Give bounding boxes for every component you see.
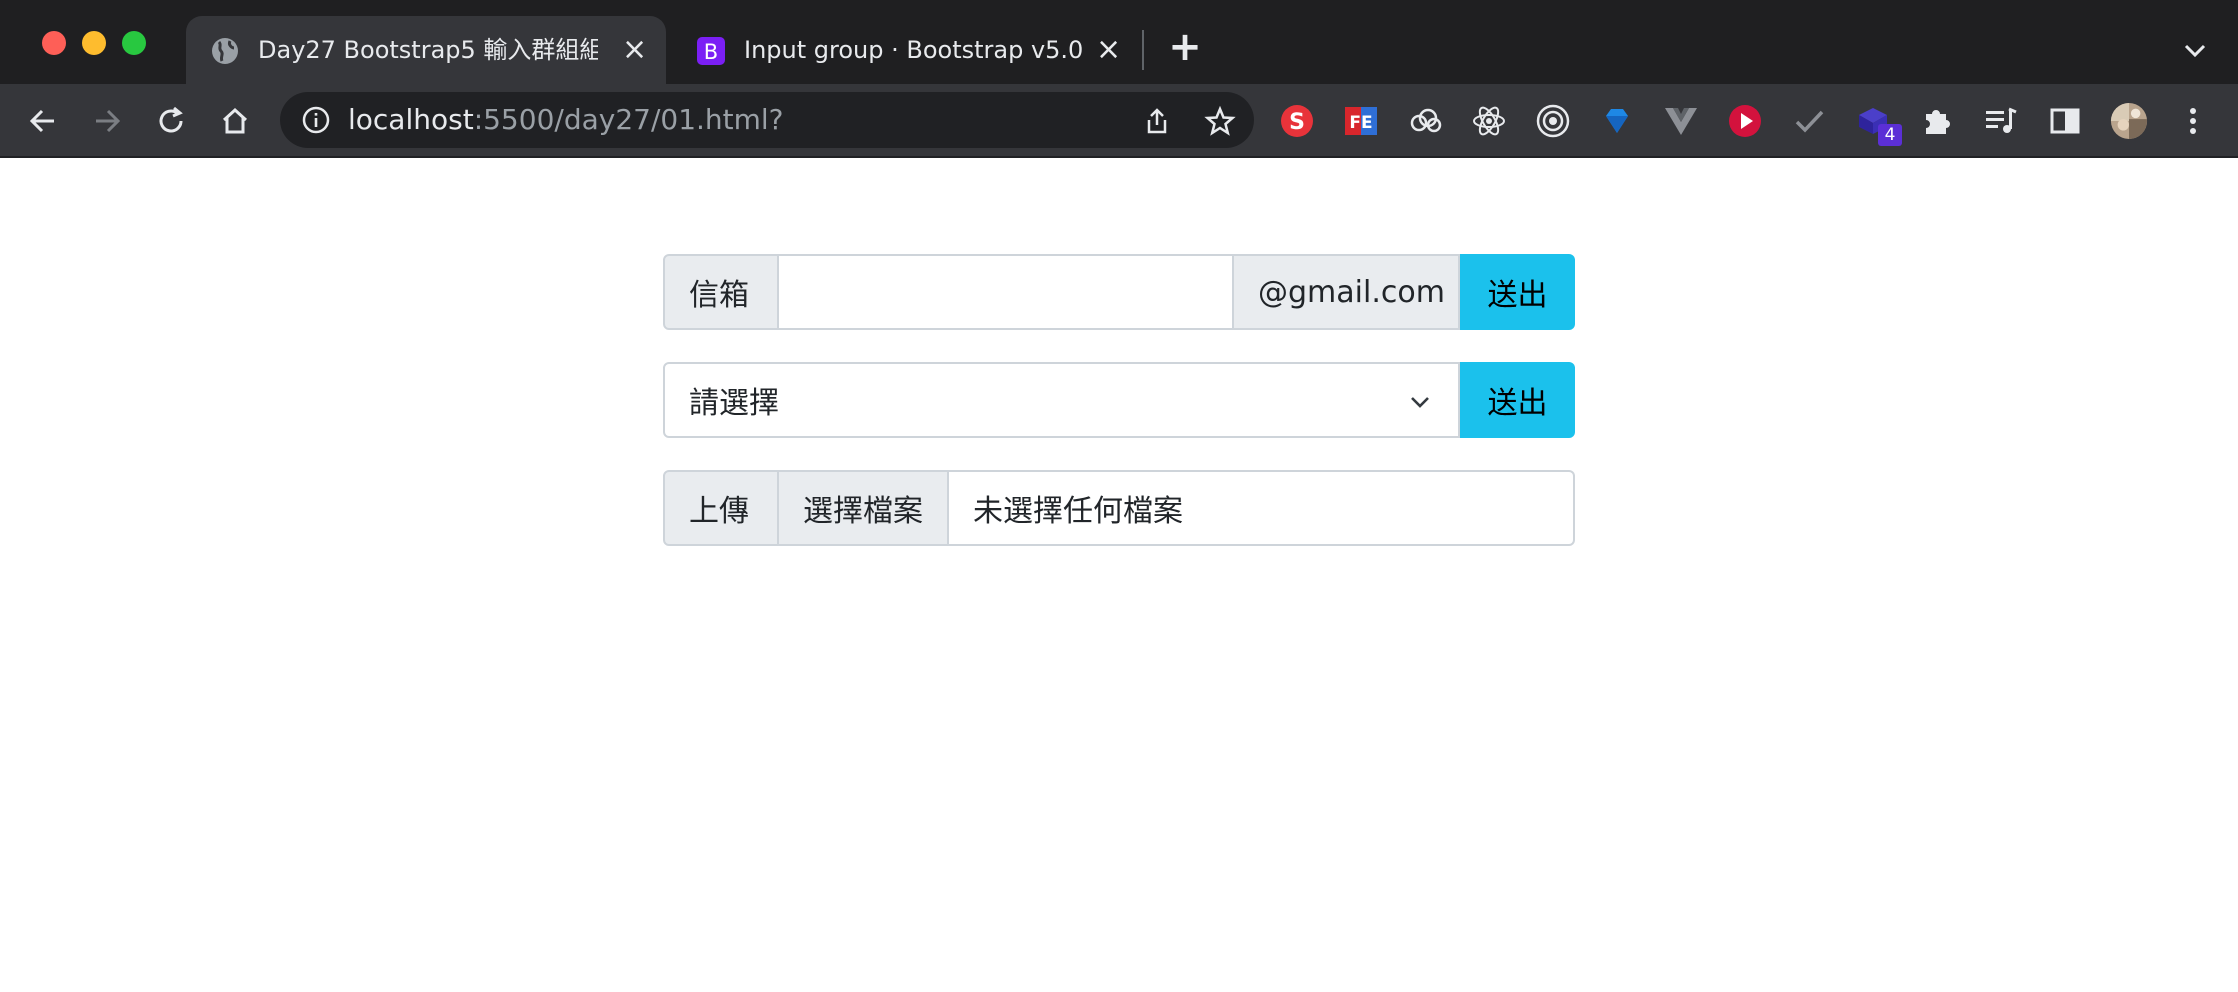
- extension-fe-icon[interactable]: FE: [1342, 102, 1380, 140]
- url-text[interactable]: localhost:5500/day27/01.html?: [348, 92, 784, 148]
- tab-bootstrap-docs[interactable]: B Input group · Bootstrap v5.0 ×: [672, 16, 1142, 84]
- vue-devtools-icon[interactable]: [1662, 102, 1700, 140]
- extension-badge: 4: [1878, 124, 1902, 146]
- back-icon[interactable]: [24, 102, 62, 140]
- select-submit-button[interactable]: 送出: [1460, 362, 1575, 438]
- file-status-text: 未選擇任何檔案: [973, 494, 1183, 529]
- tab-title: Input group · Bootstrap v5.0: [744, 36, 1084, 64]
- url-path: :5500/day27/01.html?: [473, 103, 784, 136]
- select-input-group: 請選擇 送出: [663, 362, 1575, 438]
- upload-prefix-label: 上傳: [663, 470, 779, 546]
- svg-text:S: S: [1289, 110, 1305, 135]
- email-input-group: 信箱 @gmail.com 送出: [663, 254, 1575, 330]
- forward-icon[interactable]: [88, 102, 126, 140]
- chevron-down-icon: [1411, 397, 1429, 408]
- side-panel-icon[interactable]: [2046, 102, 2084, 140]
- extension-play-icon[interactable]: [1726, 102, 1764, 140]
- share-icon[interactable]: [1142, 106, 1172, 136]
- close-icon[interactable]: ×: [1096, 35, 1121, 65]
- browser-tab-strip: Day27 Bootstrap5 輸入群組組件 × B Input group …: [0, 0, 2238, 84]
- tab-divider: [1142, 30, 1144, 70]
- tab-title: Day27 Bootstrap5 輸入群組組件: [258, 36, 598, 64]
- puzzle-icon[interactable]: [1918, 102, 1956, 140]
- email-submit-button[interactable]: 送出: [1460, 254, 1575, 330]
- bootstrap-icon: B: [697, 37, 725, 65]
- info-icon[interactable]: [302, 106, 330, 134]
- extension-box-icon[interactable]: 4: [1854, 102, 1902, 146]
- minimize-window-button[interactable]: [82, 31, 106, 55]
- address-bar[interactable]: localhost:5500/day27/01.html?: [280, 92, 1254, 148]
- home-icon[interactable]: [216, 102, 254, 140]
- email-prefix-label: 信箱: [663, 254, 779, 330]
- extension-check-icon[interactable]: [1790, 102, 1828, 140]
- extension-s-icon[interactable]: S: [1278, 102, 1316, 140]
- email-input[interactable]: [779, 254, 1232, 330]
- option-select[interactable]: 請選擇: [663, 362, 1460, 438]
- svg-text:B: B: [704, 40, 718, 64]
- react-devtools-icon[interactable]: [1470, 102, 1508, 140]
- zoom-window-button[interactable]: [122, 31, 146, 55]
- extension-gem-icon[interactable]: [1598, 102, 1636, 140]
- new-tab-button[interactable]: +: [1168, 27, 1202, 67]
- tab-day27[interactable]: Day27 Bootstrap5 輸入群組組件 ×: [186, 16, 666, 84]
- reload-icon[interactable]: [152, 102, 190, 140]
- profile-avatar[interactable]: [2110, 102, 2148, 140]
- extension-target-icon[interactable]: [1534, 102, 1572, 140]
- globe-icon: [212, 38, 238, 64]
- choose-file-button[interactable]: 選擇檔案: [779, 472, 949, 544]
- url-host: localhost: [348, 103, 474, 136]
- file-input[interactable]: 選擇檔案 未選擇任何檔案: [779, 470, 1575, 546]
- chevron-down-icon[interactable]: [2180, 36, 2210, 66]
- select-value: 請選擇: [689, 386, 779, 421]
- svg-text:FE: FE: [1349, 113, 1372, 133]
- more-menu-icon[interactable]: [2174, 102, 2212, 140]
- email-domain-label: @gmail.com: [1232, 254, 1460, 330]
- media-queue-icon[interactable]: [1982, 102, 2020, 140]
- extension-cloud-icon[interactable]: [1406, 102, 1444, 140]
- close-window-button[interactable]: [42, 31, 66, 55]
- browser-toolbar: localhost:5500/day27/01.html? S FE 4: [0, 84, 2238, 158]
- page-content: 信箱 @gmail.com 送出 請選擇 送出 上傳 選擇檔案 未選擇任何檔案: [0, 158, 2238, 992]
- upload-input-group: 上傳 選擇檔案 未選擇任何檔案: [663, 470, 1575, 546]
- close-icon[interactable]: ×: [622, 35, 647, 65]
- bookmark-star-icon[interactable]: [1204, 105, 1236, 137]
